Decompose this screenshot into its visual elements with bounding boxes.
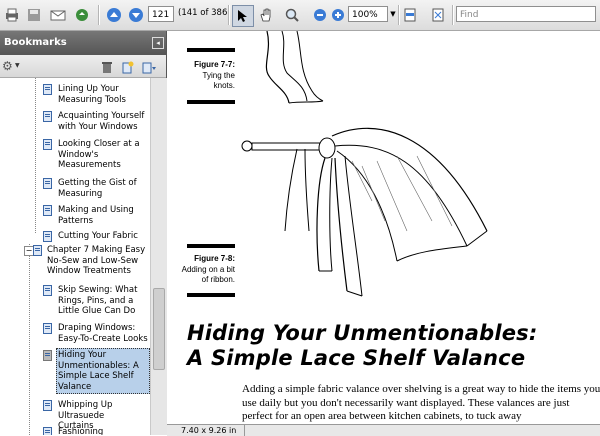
ribbon-curtain-illustration [241,127,488,297]
zoom-in-icon[interactable] [328,5,348,25]
knotted-curtain-illustration [265,31,324,104]
bookmark-item[interactable]: Cutting Your Fabric [58,231,148,242]
page-count: (141 of 386) [178,8,231,18]
print-icon[interactable] [2,5,22,25]
collapse-panel-icon[interactable]: ◂ [152,37,164,49]
bookmark-icon [43,400,52,411]
new-bookmark-icon[interactable] [121,59,134,78]
toolbar: 121 (141 of 386) 100% ▼ Find [0,0,600,31]
bookmark-item[interactable]: Lining Up Your Measuring Tools [58,84,148,105]
figure-rule [187,100,235,104]
save-icon[interactable] [24,5,44,25]
status-bar: 7.40 x 9.26 in [167,424,600,436]
bookmark-icon [43,350,52,361]
document-page: Figure 7-7: Tying the knots. Figure 7-8:… [167,31,600,435]
bookmark-icon [43,205,52,216]
fit-width-icon[interactable] [400,5,420,25]
collaborate-icon[interactable] [72,5,92,25]
zoom-select[interactable]: 100% [348,6,388,22]
bookmark-icon [43,427,52,435]
zoom-out-icon[interactable] [310,5,330,25]
bookmark-icon [43,285,52,296]
bookmark-icon [43,231,52,242]
bookmark-item[interactable]: Fashioning [58,427,142,435]
bookmark-item-chapter[interactable]: Chapter 7 Making Easy No-Sew and Low-Sew… [47,245,147,277]
section-heading-line1: Hiding Your Unmentionables: [187,321,538,345]
previous-page-icon[interactable] [104,5,124,25]
find-input[interactable]: Find [456,6,596,22]
bookmark-item[interactable]: Looking Closer at a Window's Measurement… [58,139,142,171]
bookmark-icon [43,139,52,150]
chapter-bookmark-icon [33,245,42,256]
bookmark-icon [43,84,52,95]
figure-7-7-caption: Tying the knots. [202,71,235,90]
bookmark-icon [43,178,52,189]
bookmarks-header: Bookmarks ◂ [0,31,166,55]
bookmark-item[interactable]: Making and Using Patterns [58,205,142,226]
figure-7-7-title: Figure 7-7: [194,60,235,69]
email-icon[interactable] [48,5,68,25]
bookmarks-panel: Bookmarks ◂ ⚙ ▼ Lining Up Your Measuring… [0,31,167,435]
figure-7-8-title: Figure 7-8: [194,254,235,263]
options-gear-icon[interactable]: ⚙ [2,59,13,73]
bookmark-icon [43,323,52,334]
expand-bookmark-icon[interactable] [142,59,157,78]
bookmark-item[interactable]: Acquainting Yourself with Your Windows [58,111,148,132]
chevron-down-icon[interactable]: ▼ [388,6,398,22]
fit-page-icon[interactable] [428,5,448,25]
select-tool-icon[interactable] [232,5,254,27]
scrollbar-thumb[interactable] [153,288,165,370]
page-number-input[interactable]: 121 [148,6,174,22]
figure-rule [187,293,235,297]
section-heading: Hiding Your Unmentionables: A Simple Lac… [187,321,600,371]
section-heading-line2: A Simple Lace Shelf Valance [187,346,526,370]
next-page-icon[interactable] [126,5,146,25]
bookmarks-toolbar: ⚙ ▼ [0,55,166,78]
bookmark-item[interactable]: Getting the Gist of Measuring [58,178,142,199]
bookmark-icon [43,111,52,122]
bookmark-item[interactable]: Skip Sewing: What Rings, Pins, and a Lit… [58,285,146,317]
options-chevron-icon[interactable]: ▼ [15,62,20,69]
bookmark-item-selected[interactable]: Hiding Your Unmentionables: A Simple Lac… [56,348,150,394]
zoom-tool-icon[interactable] [282,5,302,25]
bookmark-tree: Lining Up Your Measuring Tools Acquainti… [0,78,150,435]
delete-bookmark-icon[interactable] [101,59,113,78]
hand-tool-icon[interactable] [256,5,276,25]
figure-rule [187,244,235,248]
body-paragraph: Adding a simple fabric valance over shel… [242,383,600,422]
page-size-label: 7.40 x 9.26 in [181,426,237,435]
bookmarks-scrollbar[interactable] [150,78,167,435]
bookmark-item[interactable]: Draping Windows: Easy-To-Create Looks [58,323,150,344]
figure-rule [187,48,235,52]
figure-7-8-caption: Adding on a bit of ribbon. [181,265,235,284]
bookmarks-title: Bookmarks [4,37,67,48]
